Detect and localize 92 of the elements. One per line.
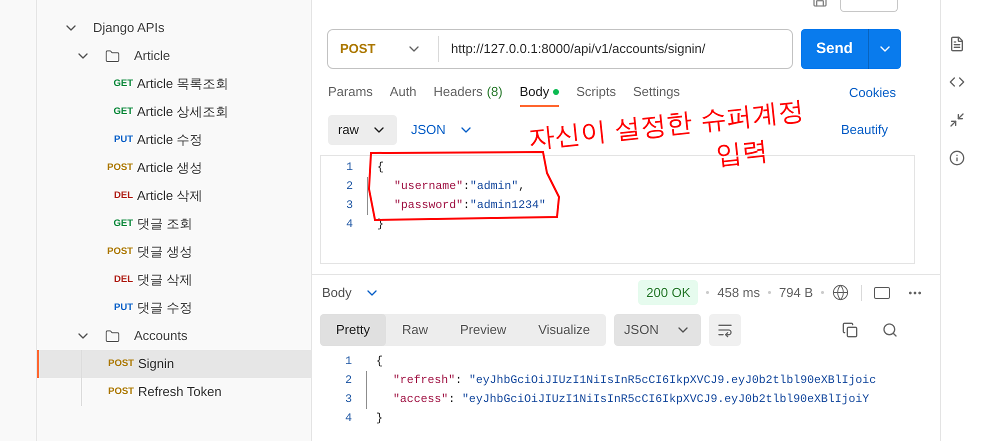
request-item[interactable]: GET Article 상세조회 bbox=[37, 98, 311, 126]
copy-icon[interactable] bbox=[842, 322, 858, 338]
code-token: "eyJhbGciOiJIUzI1NiIsInR5cCI6IkpXVCJ9.eyJ0b2tlbl90eXBlIjoiY bbox=[462, 392, 870, 408]
status-badge: 200 OK bbox=[638, 280, 698, 306]
request-tab[interactable]: Params bbox=[328, 79, 373, 107]
code-token: "admin1234" bbox=[470, 198, 546, 214]
line-number: 2 bbox=[345, 179, 354, 195]
line-number: 4 bbox=[344, 411, 353, 427]
request-item[interactable]: POST Signin bbox=[37, 350, 311, 378]
request-item[interactable]: DEL Article 삭제 bbox=[37, 182, 311, 210]
code-token: : bbox=[463, 198, 470, 214]
url-field[interactable]: http://127.0.0.1:8000/api/v1/accounts/signin/ bbox=[439, 39, 706, 59]
code-token: : bbox=[448, 392, 456, 408]
request-tab[interactable]: Scripts bbox=[576, 79, 616, 107]
folder-icon bbox=[105, 48, 120, 64]
request-item[interactable]: POST Article 생성 bbox=[37, 154, 311, 182]
method-select[interactable]: POST bbox=[328, 39, 438, 59]
document-icon[interactable] bbox=[948, 36, 964, 52]
code-token: : bbox=[455, 373, 464, 389]
response-view-tab[interactable]: Pretty bbox=[320, 314, 386, 346]
code-token: { bbox=[376, 354, 383, 370]
collection-name[interactable]: Django APIs bbox=[93, 18, 165, 38]
method-label: GET bbox=[112, 104, 134, 119]
line-number: 3 bbox=[345, 198, 354, 214]
folder-name[interactable]: Accounts bbox=[134, 326, 188, 346]
request-name: Article 상세조회 bbox=[137, 103, 229, 122]
example-icon[interactable] bbox=[874, 286, 890, 298]
method-label: PUT bbox=[113, 132, 134, 147]
line-number: 1 bbox=[345, 160, 354, 176]
request-tab[interactable]: Auth bbox=[390, 79, 417, 107]
code-token: { bbox=[377, 160, 384, 176]
request-item[interactable]: POST 댓글 생성 bbox=[37, 238, 311, 266]
request-tab[interactable]: Headers (8) bbox=[434, 79, 503, 107]
request-item[interactable]: PUT Article 수정 bbox=[37, 126, 311, 154]
request-name: 댓글 조회 bbox=[137, 215, 193, 234]
method-label: GET bbox=[112, 76, 134, 91]
collapse-icon[interactable] bbox=[948, 112, 964, 128]
request-tab[interactable]: Settings bbox=[632, 79, 680, 107]
format-select[interactable]: JSON bbox=[614, 314, 701, 346]
code-token: } bbox=[376, 411, 383, 427]
format-select[interactable]: JSON bbox=[410, 120, 474, 140]
code-token: , bbox=[518, 179, 526, 195]
code-token: "admin" bbox=[470, 179, 518, 195]
line-number: 1 bbox=[344, 354, 353, 370]
method-label: POST bbox=[106, 244, 134, 259]
method-label: GET bbox=[112, 216, 134, 231]
wrap-button[interactable] bbox=[708, 314, 741, 346]
response-view-tab[interactable]: Raw bbox=[386, 314, 444, 346]
request-name: Refresh Token bbox=[138, 383, 222, 402]
request-item[interactable]: GET Article 목록조회 bbox=[37, 70, 311, 98]
request-name: Article 수정 bbox=[137, 131, 203, 150]
code-token: "password" bbox=[394, 198, 464, 214]
beautify-link[interactable]: Beautify bbox=[841, 120, 888, 140]
request-name: Signin bbox=[138, 355, 174, 374]
request-name: Article 삭제 bbox=[137, 187, 203, 206]
code-token: "refresh" bbox=[393, 373, 456, 389]
folder-icon bbox=[105, 328, 120, 344]
code-token: "eyJhbGciOiJIUzI1NiIsInR5cCI6IkpXVCJ9.eyJ0b2tlbl90eXBlIjoic bbox=[468, 373, 876, 389]
code-token: "username" bbox=[394, 179, 464, 195]
search-icon[interactable] bbox=[882, 322, 898, 338]
line-number: 4 bbox=[345, 217, 354, 233]
request-item[interactable]: PUT 댓글 수정 bbox=[37, 294, 311, 322]
method-label: DEL bbox=[113, 188, 134, 203]
request-item[interactable]: POST Refresh Token bbox=[37, 378, 311, 406]
request-name: 댓글 수정 bbox=[137, 299, 193, 318]
code-token: "access" bbox=[393, 392, 448, 408]
cookies-link[interactable]: Cookies bbox=[849, 83, 896, 103]
request-name: 댓글 생성 bbox=[137, 243, 193, 262]
response-size: 794 B bbox=[779, 284, 813, 302]
folder-name[interactable]: Article bbox=[134, 46, 170, 66]
method-label: DEL bbox=[113, 272, 134, 287]
globe-icon[interactable] bbox=[832, 284, 849, 301]
code-token: : bbox=[463, 179, 470, 195]
method-label: PUT bbox=[113, 300, 134, 315]
method-label: POST bbox=[107, 384, 135, 399]
request-name: Article 목록조회 bbox=[137, 75, 229, 94]
response-view-tab[interactable]: Visualize bbox=[522, 314, 606, 346]
request-tab[interactable]: Body bbox=[520, 79, 560, 107]
request-name: Article 생성 bbox=[137, 159, 203, 178]
method-label: POST bbox=[106, 160, 134, 175]
response-view-tab[interactable]: Preview bbox=[444, 314, 522, 346]
info-icon[interactable] bbox=[948, 150, 964, 166]
line-number: 3 bbox=[344, 392, 353, 408]
wrap-icon bbox=[716, 322, 733, 338]
line-number: 2 bbox=[344, 373, 353, 389]
request-item[interactable]: GET 댓글 조회 bbox=[37, 210, 311, 238]
request-item[interactable]: DEL 댓글 삭제 bbox=[37, 266, 311, 294]
request-name: 댓글 삭제 bbox=[137, 271, 193, 290]
method-label: POST bbox=[107, 356, 135, 371]
response-time: 458 ms bbox=[717, 284, 760, 302]
response-label: Body bbox=[322, 284, 352, 302]
body-mode-select[interactable]: raw bbox=[328, 115, 397, 145]
